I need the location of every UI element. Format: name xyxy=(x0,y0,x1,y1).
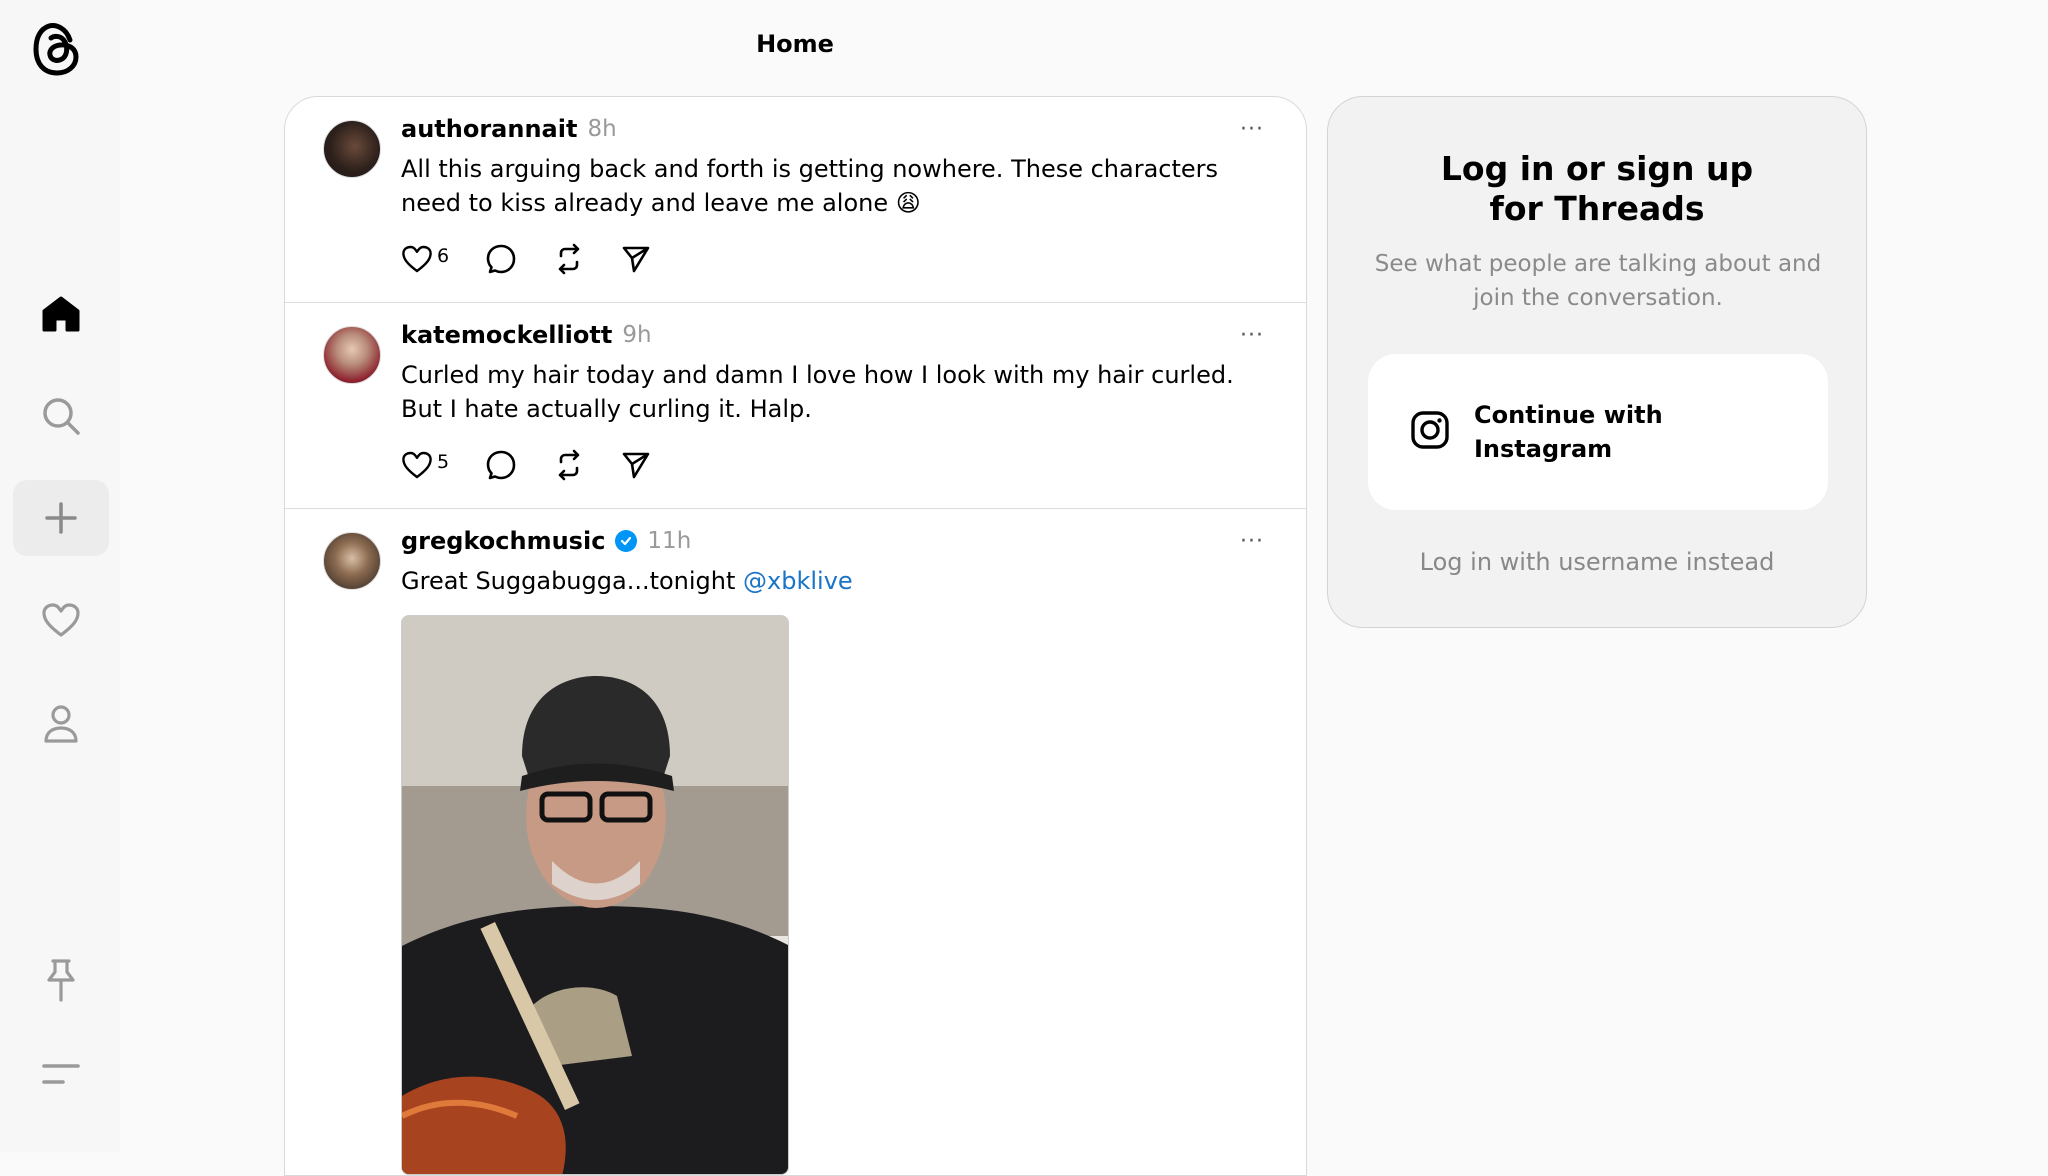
menu-icon xyxy=(41,1061,81,1087)
person-icon xyxy=(43,704,79,744)
login-subtitle: See what people are talking about and jo… xyxy=(1374,251,1822,311)
feed: authorannait 8h ··· All this arguing bac… xyxy=(284,96,1307,1176)
post-text-body: Great Suggabugga...tonight xyxy=(401,567,744,595)
search-icon xyxy=(41,396,81,436)
continue-with-instagram-button[interactable]: Continue with Instagram xyxy=(1368,354,1828,510)
pin-icon xyxy=(44,958,78,1002)
share-button[interactable] xyxy=(621,450,651,484)
more-options-icon[interactable]: ··· xyxy=(1240,323,1264,348)
post-username[interactable]: gregkochmusic xyxy=(401,527,605,555)
like-count: 6 xyxy=(437,245,450,267)
sidebar-item-create[interactable] xyxy=(13,480,109,556)
sidebar-item-menu[interactable] xyxy=(13,1036,109,1112)
home-icon xyxy=(41,295,81,333)
post-header: katemockelliott 9h xyxy=(401,321,652,349)
avatar[interactable] xyxy=(323,120,381,178)
avatar[interactable] xyxy=(323,326,381,384)
repost-icon xyxy=(553,243,585,279)
reply-button[interactable] xyxy=(485,243,517,279)
like-button[interactable]: 6 xyxy=(401,244,449,278)
sidebar-item-pinned[interactable] xyxy=(13,942,109,1018)
post-text: All this arguing back and forth is getti… xyxy=(401,155,1219,217)
comment-icon xyxy=(485,449,517,485)
repost-icon xyxy=(553,449,585,485)
post-username[interactable]: katemockelliott xyxy=(401,321,612,349)
post[interactable]: katemockelliott 9h ··· Curled my hair to… xyxy=(285,303,1306,509)
post-time: 8h xyxy=(587,116,617,142)
post-actions: 5 xyxy=(401,449,687,485)
post-header: gregkochmusic 11h xyxy=(401,527,691,555)
instagram-icon xyxy=(1410,410,1450,454)
avatar[interactable] xyxy=(323,532,381,590)
login-title-line: for Threads xyxy=(1489,189,1705,228)
post-video[interactable] xyxy=(401,615,789,1175)
more-options-icon[interactable]: ··· xyxy=(1240,529,1264,554)
login-title-line: Log in or sign up xyxy=(1440,149,1754,188)
post[interactable]: gregkochmusic 11h ··· Great Suggabugga..… xyxy=(285,509,1306,1175)
instagram-button-label: Continue with Instagram xyxy=(1474,401,1663,463)
send-icon xyxy=(621,244,651,278)
sidebar-item-profile[interactable] xyxy=(13,686,109,762)
heart-icon xyxy=(401,450,433,484)
post-time: 9h xyxy=(622,322,652,348)
repost-button[interactable] xyxy=(553,243,585,279)
post-text: Great Suggabugga...tonight @xbklive xyxy=(401,564,1261,598)
post[interactable]: authorannait 8h ··· All this arguing bac… xyxy=(285,97,1306,303)
heart-icon xyxy=(41,602,81,638)
post-text: Curled my hair today and damn I love how… xyxy=(401,361,1234,423)
heart-icon xyxy=(401,244,433,278)
login-with-username-link[interactable]: Log in with username instead xyxy=(1328,548,1866,576)
plus-icon xyxy=(44,501,78,535)
like-count: 5 xyxy=(437,451,450,473)
post-time: 11h xyxy=(647,528,692,554)
login-title: Log in or sign up for Threads xyxy=(1328,149,1866,229)
verified-badge-icon xyxy=(615,530,638,552)
sidebar xyxy=(0,0,120,1152)
post-username[interactable]: authorannait xyxy=(401,115,577,143)
mention-link[interactable]: @xbklive xyxy=(743,567,853,595)
comment-icon xyxy=(485,243,517,279)
sidebar-item-home[interactable] xyxy=(13,276,109,352)
like-button[interactable]: 5 xyxy=(401,450,449,484)
post-actions: 6 xyxy=(401,243,687,279)
sidebar-item-search[interactable] xyxy=(13,378,109,454)
login-panel: Log in or sign up for Threads See what p… xyxy=(1327,96,1867,628)
repost-button[interactable] xyxy=(553,449,585,485)
send-icon xyxy=(621,450,651,484)
share-button[interactable] xyxy=(621,244,651,278)
page-title: Home xyxy=(756,30,834,58)
video-frame-image xyxy=(402,616,788,1174)
reply-button[interactable] xyxy=(485,449,517,485)
sidebar-item-activity[interactable] xyxy=(13,582,109,658)
post-header: authorannait 8h xyxy=(401,115,617,143)
more-options-icon[interactable]: ··· xyxy=(1240,117,1264,142)
